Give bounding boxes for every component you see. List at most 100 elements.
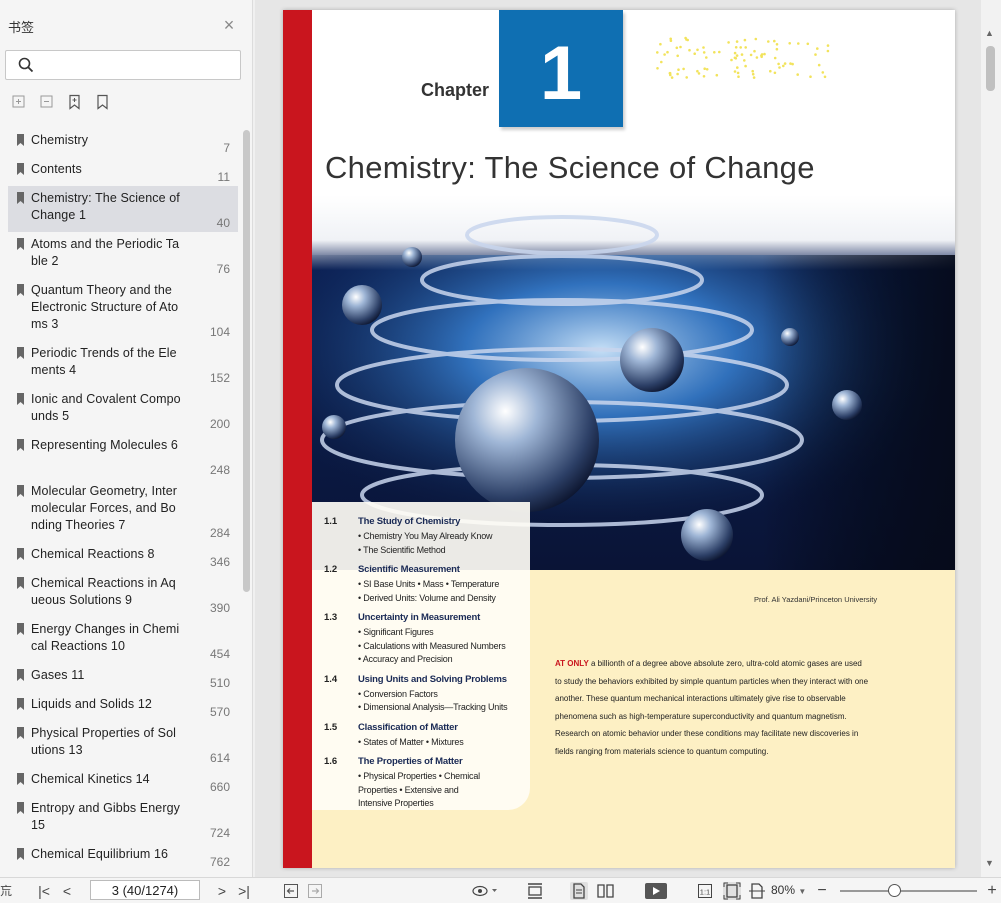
bookmark-label: Chemical Equilibrium 16 bbox=[31, 847, 169, 861]
document-scrollbar[interactable] bbox=[981, 0, 1001, 877]
first-page-icon[interactable]: |< bbox=[36, 882, 52, 900]
bookmark-item[interactable]: Physical Properties of Solutions 13 614 bbox=[8, 721, 238, 767]
bookmark-label: Chemical Reactions 8 bbox=[31, 547, 155, 561]
bookmark-item[interactable]: Chemical Equilibrium 16 762 bbox=[8, 842, 238, 871]
bookmark-label: Chemistry bbox=[31, 133, 89, 147]
section-number: 1.2 bbox=[324, 564, 338, 575]
back-icon[interactable] bbox=[283, 883, 299, 899]
bookmark-flag-icon bbox=[17, 134, 24, 146]
close-icon[interactable]: × bbox=[220, 16, 238, 34]
bookmark-item[interactable]: Atoms and the Periodic Table 2 76 bbox=[8, 232, 238, 278]
sidebar-scrollbar[interactable] bbox=[243, 130, 250, 592]
section-topic: Intensive Properties bbox=[358, 798, 434, 808]
bookmark-item[interactable]: Chemistry: The Science of Change 1 40 bbox=[8, 186, 238, 232]
bookmark-item[interactable]: Chemistry 7 bbox=[8, 128, 238, 157]
bookmark-item[interactable]: Representing Molecules 6 248 bbox=[8, 433, 238, 479]
prev-page-icon[interactable]: < bbox=[60, 882, 74, 900]
fit-page-icon[interactable] bbox=[723, 882, 741, 900]
bookmark-label: Entropy and Gibbs Energy 15 bbox=[31, 801, 181, 832]
bookmark-list: Chemistry 7 Contents 11 Chemistry: The Scien… bbox=[0, 128, 240, 876]
single-page-icon[interactable] bbox=[526, 882, 544, 900]
bookmark-page: 346 bbox=[209, 555, 230, 569]
bookmark-flag-icon bbox=[17, 347, 24, 359]
section-number: 1.1 bbox=[324, 516, 338, 527]
decorative-dots bbox=[656, 36, 830, 79]
zoom-out-icon[interactable]: − bbox=[816, 882, 828, 900]
actual-size-icon[interactable]: 1:1 bbox=[697, 883, 713, 899]
section-topic: • Physical Properties • Chemical bbox=[358, 771, 480, 781]
bookmark-label: Chemical Reactions in Aqueous Solutions … bbox=[31, 576, 176, 607]
bookmark-item[interactable]: Contents 11 bbox=[8, 157, 238, 186]
status-left-label: 巟 bbox=[0, 884, 13, 898]
eye-icon[interactable] bbox=[472, 883, 498, 899]
section-number: 1.6 bbox=[324, 756, 338, 767]
bookmark-item[interactable]: Chemical Kinetics 14 660 bbox=[8, 767, 238, 796]
zoom-slider-thumb[interactable] bbox=[888, 884, 901, 897]
bookmark-page: 570 bbox=[209, 705, 230, 719]
scroll-up-arrow-icon[interactable]: ▲ bbox=[985, 28, 994, 38]
section-topic: • Derived Units: Volume and Density bbox=[358, 592, 496, 603]
bookmark-page: 660 bbox=[209, 780, 230, 794]
intro-lead: AT ONLY bbox=[555, 659, 589, 668]
bookmark-item[interactable]: Chemical Reactions 8 346 bbox=[8, 542, 238, 571]
forward-icon[interactable] bbox=[307, 883, 323, 899]
collapse-all-icon[interactable] bbox=[39, 94, 55, 110]
bookmark-item[interactable]: Quantum Theory and the Electronic Struct… bbox=[8, 278, 238, 341]
svg-text:1:1: 1:1 bbox=[700, 888, 710, 897]
expand-all-icon[interactable] bbox=[11, 94, 27, 110]
bookmark-item[interactable]: Molecular Geometry, Intermolecular Force… bbox=[8, 479, 238, 542]
zoom-in-icon[interactable]: + bbox=[986, 882, 998, 900]
bookmark-flag-icon bbox=[17, 669, 24, 681]
bookmark-item[interactable]: Entropy and Gibbs Energy 15 724 bbox=[8, 796, 238, 842]
scroll-thumb[interactable] bbox=[986, 46, 995, 91]
bookmark-flag-icon bbox=[17, 698, 24, 710]
section-topic: • Conversion Factors bbox=[358, 688, 438, 699]
chapter-number-box: 1 bbox=[499, 10, 623, 127]
bookmark-flag-icon bbox=[17, 192, 24, 204]
section-heading: The Study of Chemistry bbox=[358, 516, 461, 527]
bookmark-label: Chemical Kinetics 14 bbox=[31, 772, 150, 786]
bookmark-item[interactable]: Liquids and Solids 12 570 bbox=[8, 692, 238, 721]
status-bar: 巟 |< < > >| 1:1 80% ▼ bbox=[0, 877, 1001, 903]
search-input[interactable] bbox=[40, 55, 235, 75]
bookmark-search[interactable] bbox=[5, 50, 241, 80]
bookmark-flag-icon bbox=[17, 802, 24, 814]
slideshow-icon[interactable] bbox=[644, 882, 668, 900]
bookmark-icon[interactable] bbox=[95, 94, 111, 110]
bookmark-flag-icon bbox=[17, 727, 24, 739]
intro-text: a billionth of a degree above absolute z… bbox=[555, 659, 869, 756]
panel-title: 书签 bbox=[8, 20, 35, 35]
last-page-icon[interactable]: >| bbox=[236, 882, 252, 900]
section-heading: Using Units and Solving Problems bbox=[358, 673, 507, 685]
bookmark-label: Chemistry: The Science of Change 1 bbox=[31, 191, 180, 222]
section-topic: • Accuracy and Precision bbox=[358, 654, 453, 664]
bookmark-flag-icon bbox=[17, 393, 24, 405]
continuous-page-icon[interactable] bbox=[570, 882, 588, 900]
bookmark-panel: 书签 × Chemistry 7 Contents 11 Chemistry: The … bbox=[0, 0, 253, 877]
fit-width-icon[interactable] bbox=[748, 882, 766, 900]
bookmark-label: Ionic and Covalent Compounds 5 bbox=[31, 392, 181, 423]
two-page-icon[interactable] bbox=[596, 882, 616, 900]
bookmark-flag-icon bbox=[17, 848, 24, 860]
zoom-level[interactable]: 80% ▼ bbox=[771, 883, 806, 897]
bookmark-label: Gases 11 bbox=[31, 668, 85, 682]
next-page-icon[interactable]: > bbox=[215, 882, 229, 900]
zoom-dropdown-icon[interactable]: ▼ bbox=[798, 887, 806, 896]
bookmark-item[interactable]: Ionic and Covalent Compounds 5 200 bbox=[8, 387, 238, 433]
page-number-input[interactable] bbox=[90, 880, 200, 900]
add-bookmark-icon[interactable] bbox=[67, 94, 83, 110]
bookmark-page: 11 bbox=[217, 170, 230, 184]
bookmark-label: Periodic Trends of the Elements 4 bbox=[31, 346, 177, 377]
bookmark-item[interactable]: Chemical Reactions in Aqueous Solutions … bbox=[8, 571, 238, 617]
scroll-down-arrow-icon[interactable]: ▼ bbox=[985, 858, 994, 868]
zoom-slider[interactable] bbox=[840, 890, 977, 892]
bookmark-item[interactable]: Energy Changes in Chemical Reactions 10 4… bbox=[8, 617, 238, 663]
bookmark-item[interactable]: Periodic Trends of the Elements 4 152 bbox=[8, 341, 238, 387]
bookmark-label: Energy Changes in Chemical Reactions 10 bbox=[31, 622, 180, 653]
section-number: 1.3 bbox=[324, 612, 338, 623]
chapter-label: Chapter bbox=[421, 80, 490, 100]
bookmark-label: Atoms and the Periodic Table 2 bbox=[31, 237, 180, 268]
bookmark-item[interactable]: Gases 11 510 bbox=[8, 663, 238, 692]
chapter-outline: 1.1 The Study of Chemistry • Chemistry You… bbox=[312, 502, 530, 810]
bookmark-page: 614 bbox=[209, 751, 230, 765]
